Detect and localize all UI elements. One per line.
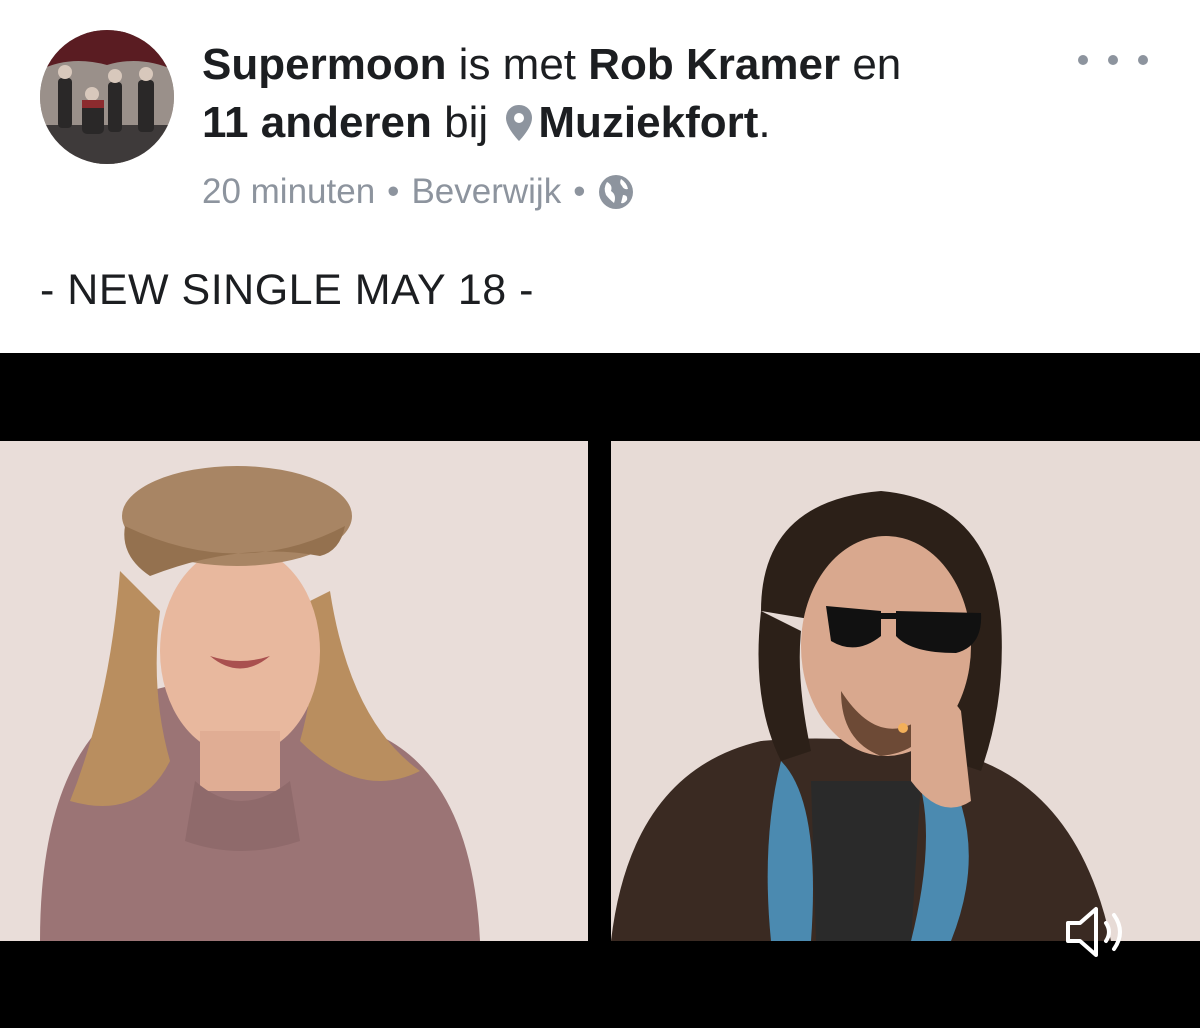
globe-icon	[597, 173, 635, 211]
post-header-text: Supermoon is met Rob Kramer en 11 andere…	[202, 36, 1062, 152]
with-text: is met	[446, 40, 589, 89]
mute-toggle-button[interactable]	[1062, 901, 1138, 963]
tagged-person-link[interactable]: Rob Kramer	[588, 40, 840, 89]
more-horizontal-icon	[1108, 55, 1118, 65]
avatar[interactable]	[40, 30, 174, 164]
band-photo	[40, 30, 174, 164]
man-singer-image	[611, 441, 1200, 941]
woman-singer-image	[0, 441, 588, 941]
author-link[interactable]: Supermoon	[202, 40, 446, 89]
location-text: Beverwijk	[411, 172, 562, 211]
speaker-icon	[1066, 907, 1122, 957]
video-player[interactable]	[0, 353, 1200, 1028]
separator-dot: •	[387, 172, 400, 211]
at-text: bij	[431, 98, 501, 147]
place-link[interactable]: Muziekfort	[538, 98, 758, 147]
and-text: en	[840, 40, 902, 89]
post-body-text: - NEW SINGLE MAY 18 -	[40, 266, 534, 314]
location-pin-icon	[504, 100, 534, 141]
more-options-button[interactable]	[1078, 40, 1148, 80]
post-meta: 20 minuten • Beverwijk •	[202, 172, 635, 212]
period: .	[758, 98, 771, 147]
separator-dot: •	[573, 172, 586, 211]
timestamp[interactable]: 20 minuten	[202, 172, 375, 212]
post-header: Supermoon is met Rob Kramer en 11 andere…	[0, 0, 1200, 250]
others-link[interactable]: 11 anderen	[202, 98, 432, 147]
video-frame-right	[611, 441, 1200, 941]
video-frame-left	[0, 441, 588, 941]
more-horizontal-icon	[1078, 55, 1088, 65]
more-horizontal-icon	[1138, 55, 1148, 65]
